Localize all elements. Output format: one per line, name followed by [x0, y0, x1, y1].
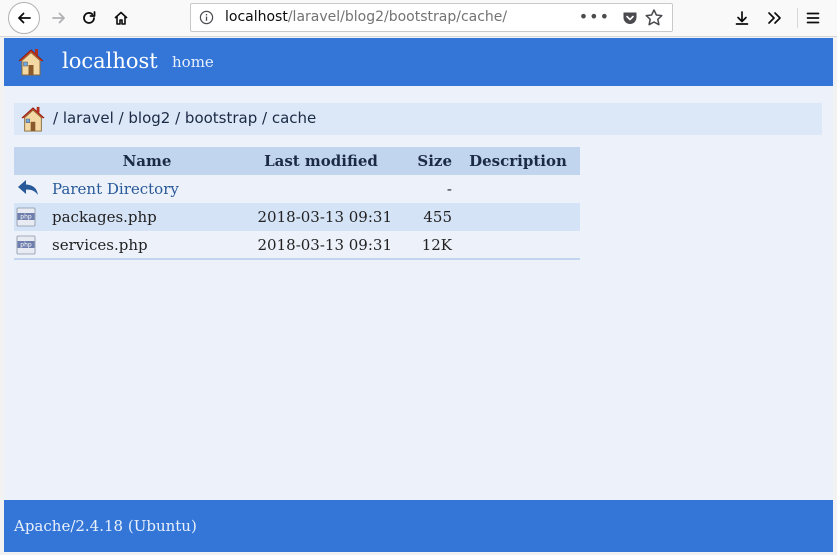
- file-size: -: [446, 180, 452, 198]
- nav-link-home[interactable]: home: [172, 53, 214, 71]
- info-icon[interactable]: [199, 10, 214, 25]
- php-file-icon[interactable]: php: [16, 235, 36, 255]
- download-icon: [735, 11, 749, 25]
- breadcrumb: / laravel / blog2 / bootstrap / cache: [14, 103, 822, 135]
- icon-column-header: [14, 147, 52, 175]
- house-icon[interactable]: [20, 105, 46, 133]
- directory-listing: Name Last modified Size Description Pare…: [14, 147, 580, 260]
- home-icon: [114, 11, 128, 25]
- back-arrow-icon[interactable]: [16, 178, 40, 196]
- hamburger-menu-icon: [806, 12, 820, 24]
- page-content: localhost home / laravel / blog2 / boots…: [4, 38, 833, 552]
- parent-directory-row: Parent Directory -: [14, 175, 580, 203]
- page-actions-icon[interactable]: •••: [579, 7, 610, 26]
- bookmark-star-icon[interactable]: [644, 8, 664, 28]
- file-modified: 2018-03-13 09:31: [242, 231, 400, 260]
- description-column-header[interactable]: Description: [456, 147, 580, 175]
- svg-text:php: php: [20, 214, 32, 221]
- house-icon[interactable]: [17, 47, 45, 77]
- site-header: localhost home: [4, 38, 833, 86]
- file-description: [456, 231, 580, 260]
- svg-text:php: php: [20, 241, 32, 248]
- url-host: localhost: [225, 9, 288, 25]
- last-modified-column-header[interactable]: Last modified: [242, 147, 400, 175]
- arrow-right-icon: [52, 12, 65, 24]
- parent-directory-link[interactable]: Parent Directory: [52, 180, 179, 198]
- arrow-left-icon: [18, 12, 31, 24]
- table-header-row: Name Last modified Size Description: [14, 147, 580, 175]
- url-path: /laravel/blog2/bootstrap/cache/: [287, 9, 508, 25]
- table-row: php services.php 2018-03-13 09:31 12K: [14, 231, 580, 260]
- overflow-button[interactable]: [759, 3, 789, 33]
- chevron-double-right-icon: [768, 12, 781, 24]
- reload-button[interactable]: [74, 3, 104, 33]
- back-button[interactable]: [8, 2, 40, 34]
- site-footer: Apache/2.4.18 (Ubuntu): [4, 500, 833, 552]
- file-size: 12K: [400, 231, 456, 260]
- home-button[interactable]: [106, 3, 136, 33]
- size-column-header[interactable]: Size: [400, 147, 456, 175]
- url-bar[interactable]: localhost/laravel/blog2/bootstrap/cache/…: [190, 3, 673, 32]
- file-link[interactable]: packages.php: [52, 203, 242, 231]
- site-brand[interactable]: localhost: [62, 49, 158, 73]
- pocket-icon[interactable]: [622, 10, 638, 26]
- php-file-icon[interactable]: php: [16, 207, 36, 227]
- reload-icon: [83, 11, 96, 24]
- url-text[interactable]: localhost/laravel/blog2/bootstrap/cache/: [225, 9, 507, 25]
- file-modified: 2018-03-13 09:31: [242, 203, 400, 231]
- menu-button[interactable]: [798, 3, 828, 33]
- table-row: php packages.php 2018-03-13 09:31 455: [14, 203, 580, 231]
- name-column-header[interactable]: Name: [52, 147, 242, 175]
- file-description: [456, 203, 580, 231]
- breadcrumb-path[interactable]: / laravel / blog2 / bootstrap / cache: [53, 109, 316, 127]
- file-size: 455: [400, 203, 456, 231]
- browser-toolbar: localhost/laravel/blog2/bootstrap/cache/…: [0, 0, 837, 37]
- downloads-button[interactable]: [727, 3, 757, 33]
- server-signature: Apache/2.4.18 (Ubuntu): [14, 517, 197, 535]
- file-link[interactable]: services.php: [52, 231, 242, 260]
- forward-button[interactable]: [44, 3, 74, 33]
